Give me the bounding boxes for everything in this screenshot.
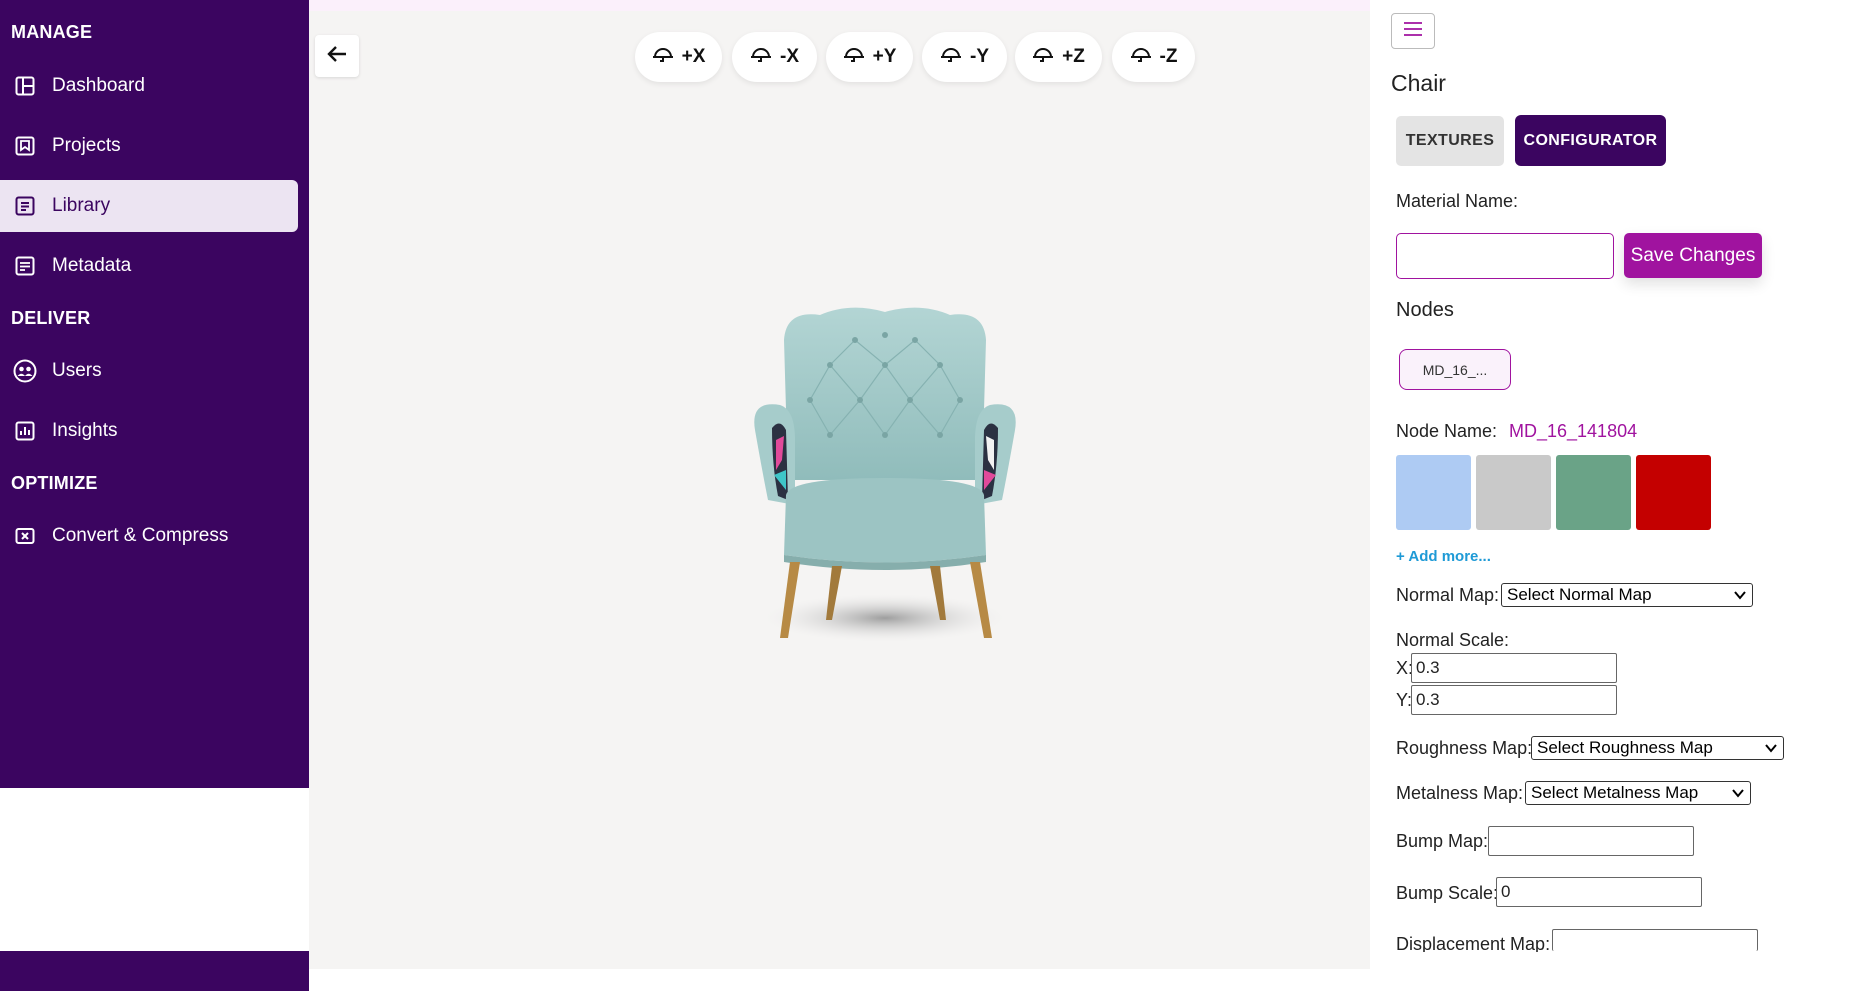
axis-button-minus-y[interactable]: -Y [922,32,1007,82]
material-name-input[interactable] [1396,233,1614,279]
dashboard-icon [12,73,38,99]
roughness-map-label: Roughness Map: [1396,738,1533,758]
section-optimize: OPTIMIZE [11,473,98,493]
swatch-2[interactable] [1556,455,1631,530]
axis-label: +Z [1062,46,1085,67]
chair-model[interactable] [750,300,1020,655]
menu-button[interactable] [1391,13,1435,49]
configurator-panel: Chair TEXTURES CONFIGURATOR Material Nam… [1370,0,1871,991]
node-chip[interactable]: MD_16_... [1399,349,1511,390]
metalness-map-value: Select Metalness Map [1531,783,1699,802]
insights-icon [12,418,38,444]
sidebar-item-label: Metadata [52,255,132,276]
axis-button-minus-x[interactable]: -X [732,32,817,82]
camera-view-icon [1032,45,1054,69]
camera-view-icon [750,45,772,69]
chevron-down-icon [1731,785,1745,805]
chevron-down-icon [1733,587,1747,607]
sidebar-item-label: Projects [52,135,121,156]
section-manage: MANAGE [11,22,93,42]
axis-button-plus-y[interactable]: +Y [826,32,913,82]
axis-label: +X [681,46,706,67]
sidebar-item-label: Dashboard [52,75,145,96]
displacement-map-input[interactable] [1552,929,1758,951]
sidebar-item-label: Convert & Compress [52,525,229,546]
camera-view-icon [940,45,962,69]
chevron-down-icon [1764,740,1778,760]
normal-scale-label: Normal Scale: [1396,630,1510,650]
normal-map-select[interactable]: Select Normal Map [1501,583,1753,607]
sidebar-item-users[interactable]: Users [0,345,309,397]
node-name-value: MD_16_141804 [1509,421,1638,441]
section-deliver: DELIVER [11,308,91,328]
normal-scale-y-input[interactable]: 0.3 [1411,685,1617,715]
tab-configurator[interactable]: CONFIGURATOR [1515,115,1666,166]
axis-label: -Y [970,46,989,67]
swatch-1[interactable] [1476,455,1551,530]
panel-title: Chair [1391,70,1446,96]
camera-view-icon [843,45,865,69]
arrow-left-icon [325,42,349,71]
metalness-map-label: Metalness Map: [1396,783,1524,803]
sidebar-footer [0,951,309,991]
axis-label: -X [780,46,799,67]
panel-scroll-clip [1370,952,1871,991]
sidebar-item-dashboard[interactable]: Dashboard [0,60,309,112]
sidebar-item-projects[interactable]: Projects [0,120,309,172]
projects-icon [12,133,38,159]
tab-textures[interactable]: TEXTURES [1396,116,1504,166]
back-button[interactable] [315,35,359,77]
hamburger-icon [1403,21,1423,42]
sidebar-item-label: Users [52,360,102,381]
sidebar-item-metadata[interactable]: Metadata [0,240,309,292]
normal-map-label: Normal Map: [1396,585,1500,605]
roughness-map-select[interactable]: Select Roughness Map [1531,736,1784,760]
axis-label: -Z [1159,46,1178,67]
roughness-map-value: Select Roughness Map [1537,738,1713,757]
sidebar-item-label: Insights [52,420,118,441]
swatch-3[interactable] [1636,455,1711,530]
library-icon [12,193,38,219]
save-changes-button[interactable]: Save Changes [1624,233,1762,278]
bump-scale-input[interactable]: 0 [1496,877,1702,907]
nodes-heading: Nodes [1396,299,1454,321]
sidebar-item-convert-compress[interactable]: Convert & Compress [0,510,309,562]
normal-scale-x-input[interactable]: 0.3 [1411,653,1617,683]
swatch-0[interactable] [1396,455,1471,530]
bump-scale-label: Bump Scale: [1396,883,1499,903]
normal-map-value: Select Normal Map [1507,585,1652,604]
bump-map-label: Bump Map: [1396,831,1489,851]
material-name-label: Material Name: [1396,191,1519,211]
bump-map-input[interactable] [1488,826,1694,856]
camera-view-icon [1130,45,1152,69]
top-strip [309,0,1370,11]
axis-button-plus-z[interactable]: +Z [1015,32,1102,82]
axis-label: +Y [872,46,897,67]
axis-button-plus-x[interactable]: +X [635,32,722,82]
normal-scale-y-label: Y: [1396,690,1413,710]
metadata-icon [12,253,38,279]
add-more-link[interactable]: + Add more... [1396,548,1491,565]
users-icon [12,358,38,384]
camera-view-icon [652,45,674,69]
convert-icon [12,523,38,549]
sidebar: MANAGE Dashboard Projects Library Metada… [0,0,309,788]
node-name-label: Node Name: [1396,421,1498,441]
metalness-map-select[interactable]: Select Metalness Map [1525,781,1751,805]
axis-button-minus-z[interactable]: -Z [1112,32,1195,82]
sidebar-item-library[interactable]: Library [0,180,298,232]
sidebar-item-label: Library [52,195,111,216]
sidebar-item-insights[interactable]: Insights [0,405,309,457]
